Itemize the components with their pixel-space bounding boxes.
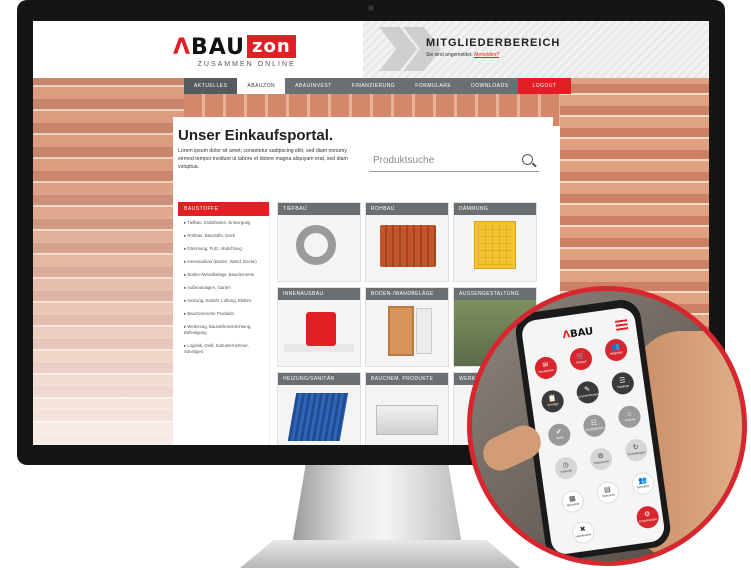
category-sidebar: BAUSTOFFE ▸ Tiefbau, Erdarbeiten, Entsor… <box>178 202 270 445</box>
app-button-termine[interactable]: ⌂ Termine <box>617 404 642 430</box>
category-tile-rohbau[interactable]: ROHBAU <box>365 202 449 282</box>
logo-wordmark: ΛBAU zon <box>173 35 296 60</box>
tile-label: BAUCHEM. PRODUKTE <box>366 373 448 385</box>
sidebar-item[interactable]: ▸ Boden-/Wandbeläge, Bauelemente <box>178 268 269 281</box>
nav-item-finanzierung[interactable]: FINANZIERUNG <box>342 78 406 94</box>
boards-icon <box>376 405 438 435</box>
sidebar-item[interactable]: ▸ Logistik, Geld, Subunternehmer, Sonsti… <box>178 339 269 358</box>
app-button-tools[interactable]: ✔ Tools <box>546 422 572 448</box>
sidebar-header: BAUSTOFFE <box>178 202 269 216</box>
app-button-einstellungen[interactable]: ↻ Einstellungen <box>623 437 649 463</box>
sidebar-item[interactable]: ▸ Dämmung, Putz, Abdichtung <box>178 242 269 255</box>
nav-item-abauinvest[interactable]: ABAUINVEST <box>285 78 342 94</box>
tile-label: ROHBAU <box>366 203 448 215</box>
app-button-settings[interactable]: ⚙ Einstellungen <box>635 504 661 530</box>
solar-panel-icon <box>287 393 349 441</box>
category-tile-tiefbau[interactable]: TIEFBAU <box>277 202 361 282</box>
tile-label: BODEN-/WANDBELÄGE <box>366 288 448 300</box>
sidebar-item[interactable]: ▸ Rohbau, Baustoffe, Dach <box>178 229 269 242</box>
member-title: MITGLIEDERBEREICH <box>426 37 561 49</box>
member-status: Sie sind angemeldet. Abmelden? <box>426 52 500 58</box>
tile-label: HEIZUNG/SANITÄR <box>278 373 360 385</box>
sidebar-item[interactable]: ▸ Heizung, Sanitär, Lüftung, Elektro <box>178 294 269 307</box>
logo-tagline: ZUSAMMEN ONLINE <box>197 61 296 68</box>
tile-label: INNENAUSBAU <box>278 288 360 300</box>
app-button-kalender[interactable]: ◷ Kalender <box>553 455 579 481</box>
camera <box>368 5 374 11</box>
category-tile-heizung[interactable]: HEIZUNG/SANITÄR <box>277 372 361 445</box>
monitor-stand <box>292 465 462 545</box>
nav-item-formulare[interactable]: FORMULARE <box>405 78 461 94</box>
door-icon <box>388 306 414 356</box>
app-button-neuigkeiten[interactable]: ✉ Neuigkeiten <box>533 355 559 381</box>
category-tile-daemmung[interactable]: DÄMMUNG <box>453 202 537 282</box>
door-frame <box>416 308 432 354</box>
tile-label: DÄMMUNG <box>454 203 536 215</box>
app-button-dokumente[interactable]: ⚙ Dokumente <box>588 446 614 472</box>
nav-item-downloads[interactable]: DOWNLOADS <box>461 78 518 94</box>
sidebar-item[interactable]: ▸ Innenausbau (Boden, Wand, Decke) <box>178 255 269 268</box>
page-description: Lorem ipsum dolor sit amet, consetetur s… <box>178 148 348 170</box>
background-wash <box>33 171 184 445</box>
logo-zon: zon <box>247 35 296 58</box>
nav-item-aktuelles[interactable]: AKTUELLES <box>184 78 238 94</box>
category-tile-innenausbau[interactable]: INNENAUSBAU <box>277 287 361 367</box>
hamburger-menu-icon[interactable] <box>615 319 629 331</box>
search-input[interactable]: Produktsuche <box>373 155 434 166</box>
app-button-baustelle[interactable]: ▦ Baustelle <box>560 489 586 514</box>
app-button-ausschreibungen[interactable]: ✎ Ausschreibungen <box>575 379 601 405</box>
phone-screen: ΛBAU ✉ Neuigkeiten 🛒 Einkauf 👥 Mitglieder 📋… <box>520 306 667 556</box>
app-button-fortbildungen[interactable]: ☷ Fortbildungen <box>582 413 607 439</box>
nav-item-logout[interactable]: LOGOUT <box>518 78 571 94</box>
brick-icon <box>380 225 436 267</box>
sidebar-item[interactable]: ▸ Außenanlagen, Garten <box>178 281 269 294</box>
bucket-icon <box>306 312 336 346</box>
tile-label: TIEFBAU <box>278 203 360 215</box>
app-button-einkauf[interactable]: 🛒 Einkauf <box>568 346 594 372</box>
app-button-vertraege[interactable]: 📋 Verträge <box>540 388 566 414</box>
main-nav: AKTUELLES ABAUZON ABAUINVEST FINANZIERUN… <box>184 78 571 94</box>
phone-logo: ΛBAU <box>561 326 594 342</box>
category-tile-bauchemie[interactable]: BAUCHEM. PRODUKTE <box>365 372 449 445</box>
site-header: ΛBAU zon ZUSAMMEN ONLINE MITGLIEDERBEREIC… <box>33 21 709 78</box>
nav-item-abauzon[interactable]: ABAUZON <box>237 78 286 94</box>
pipe-icon <box>296 225 336 265</box>
sidebar-item[interactable]: ▸ Bauchemische Produkte <box>178 307 269 320</box>
sidebar-item[interactable]: ▸ Tiefbau, Erdarbeiten, Entsorgung <box>178 216 269 229</box>
stage: ΛBAU zon ZUSAMMEN ONLINE MITGLIEDERBEREIC… <box>0 0 751 570</box>
logout-link[interactable]: Abmelden? <box>474 52 499 58</box>
app-button-kataloge[interactable]: ☰ Kataloge <box>610 370 636 396</box>
app-button-mitglieder[interactable]: 👥 Mitglieder <box>603 337 629 363</box>
mobile-app-inset: ΛBAU ✉ Neuigkeiten 🛒 Einkauf 👥 Mitglieder 📋… <box>467 286 747 566</box>
search-icon[interactable] <box>522 154 533 165</box>
member-area: MITGLIEDERBEREICH Sie sind angemeldet. A… <box>426 37 560 58</box>
insulation-grid <box>478 225 512 265</box>
app-button-handwerker[interactable]: ✖ Handwerker <box>570 519 596 545</box>
category-tile-bodenbelaege[interactable]: BODEN-/WANDBELÄGE <box>365 287 449 367</box>
app-button-uebersicht[interactable]: ▤ Übersicht <box>595 480 621 505</box>
product-search[interactable]: Produktsuche <box>369 150 539 172</box>
app-button-benutzer[interactable]: 👥 Benutzer <box>630 471 656 496</box>
page-title: Unser Einkaufsportal. <box>178 127 334 144</box>
abau-logo[interactable]: ΛBAU zon ZUSAMMEN ONLINE <box>173 35 296 68</box>
sidebar-item[interactable]: ▸ Werkzeug, Baustelleneinrichtung, Befes… <box>178 320 269 339</box>
